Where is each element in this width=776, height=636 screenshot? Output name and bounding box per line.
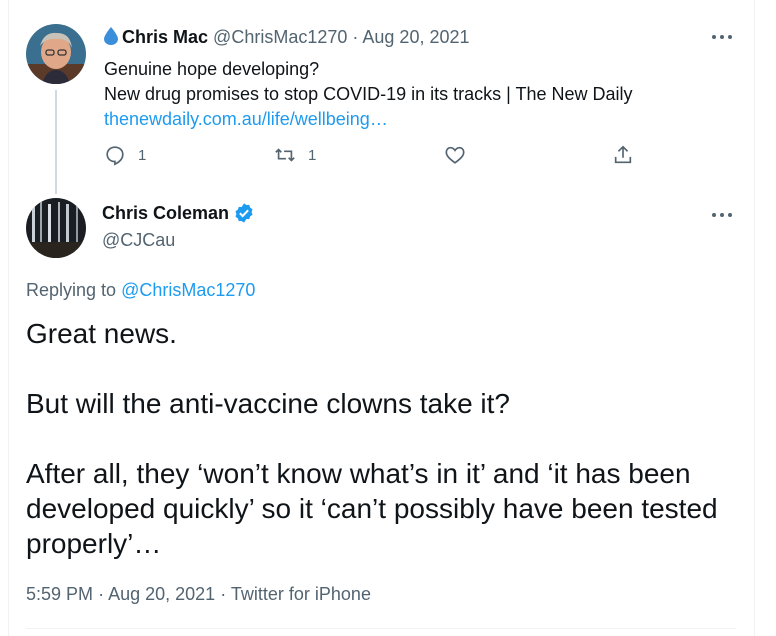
main-tweet-text: Great news. But will the anti-vaccine cl… [26,318,718,559]
main-name-row: Chris Coleman [102,202,255,224]
more-options-icon[interactable] [710,210,734,220]
main-handle[interactable]: @CJCau [102,230,175,251]
retweet-count: 1 [308,146,317,164]
parent-date[interactable]: Aug 20, 2021 [362,27,469,47]
parent-header: Chris Mac @ChrisMac1270 · Aug 20, 2021 [104,27,470,48]
tweet-date[interactable]: Aug 20, 2021 [108,584,215,604]
right-border [754,0,755,636]
more-options-icon[interactable] [710,32,734,42]
parent-avatar[interactable] [26,24,86,84]
water-drop-icon [104,27,118,45]
share-icon [614,145,632,164]
main-display-name[interactable]: Chris Coleman [102,203,229,224]
parent-display-name[interactable]: Chris Mac [122,27,208,47]
divider [26,628,736,629]
left-border [8,0,9,636]
parent-text-line2: New drug promises to stop COVID-19 in it… [104,84,633,104]
reply-icon [106,146,124,166]
main-avatar[interactable] [26,198,86,258]
separator: · [352,27,359,47]
parent-handle[interactable]: @ChrisMac1270 [213,27,347,47]
separator: · [98,584,105,604]
parent-tweet[interactable]: Chris Mac @ChrisMac1270 · Aug 20, 2021 G… [26,22,746,202]
share-button[interactable] [612,144,634,166]
separator: · [220,584,227,604]
verified-badge-icon [235,203,253,223]
replying-to: Replying to @ChrisMac1270 [26,280,255,301]
article-link[interactable]: thenewdaily.com.au/life/wellbeing… [104,107,633,132]
parent-tweet-text: Genuine hope developing? New drug promis… [104,57,633,132]
retweet-icon [275,148,295,162]
like-button[interactable] [444,144,466,166]
tweet-meta: 5:59 PM · Aug 20, 2021 · Twitter for iPh… [26,584,371,605]
parent-text-line1: Genuine hope developing? [104,59,320,79]
tweet-source[interactable]: Twitter for iPhone [231,584,371,604]
replying-prefix: Replying to [26,280,117,300]
replying-handle[interactable]: @ChrisMac1270 [121,280,255,300]
heart-icon [445,146,465,164]
reply-button[interactable]: 1 [104,144,146,166]
retweet-button[interactable]: 1 [274,144,316,166]
thread-connector [55,90,57,194]
tweet-time[interactable]: 5:59 PM [26,584,93,604]
reply-count: 1 [138,146,147,164]
